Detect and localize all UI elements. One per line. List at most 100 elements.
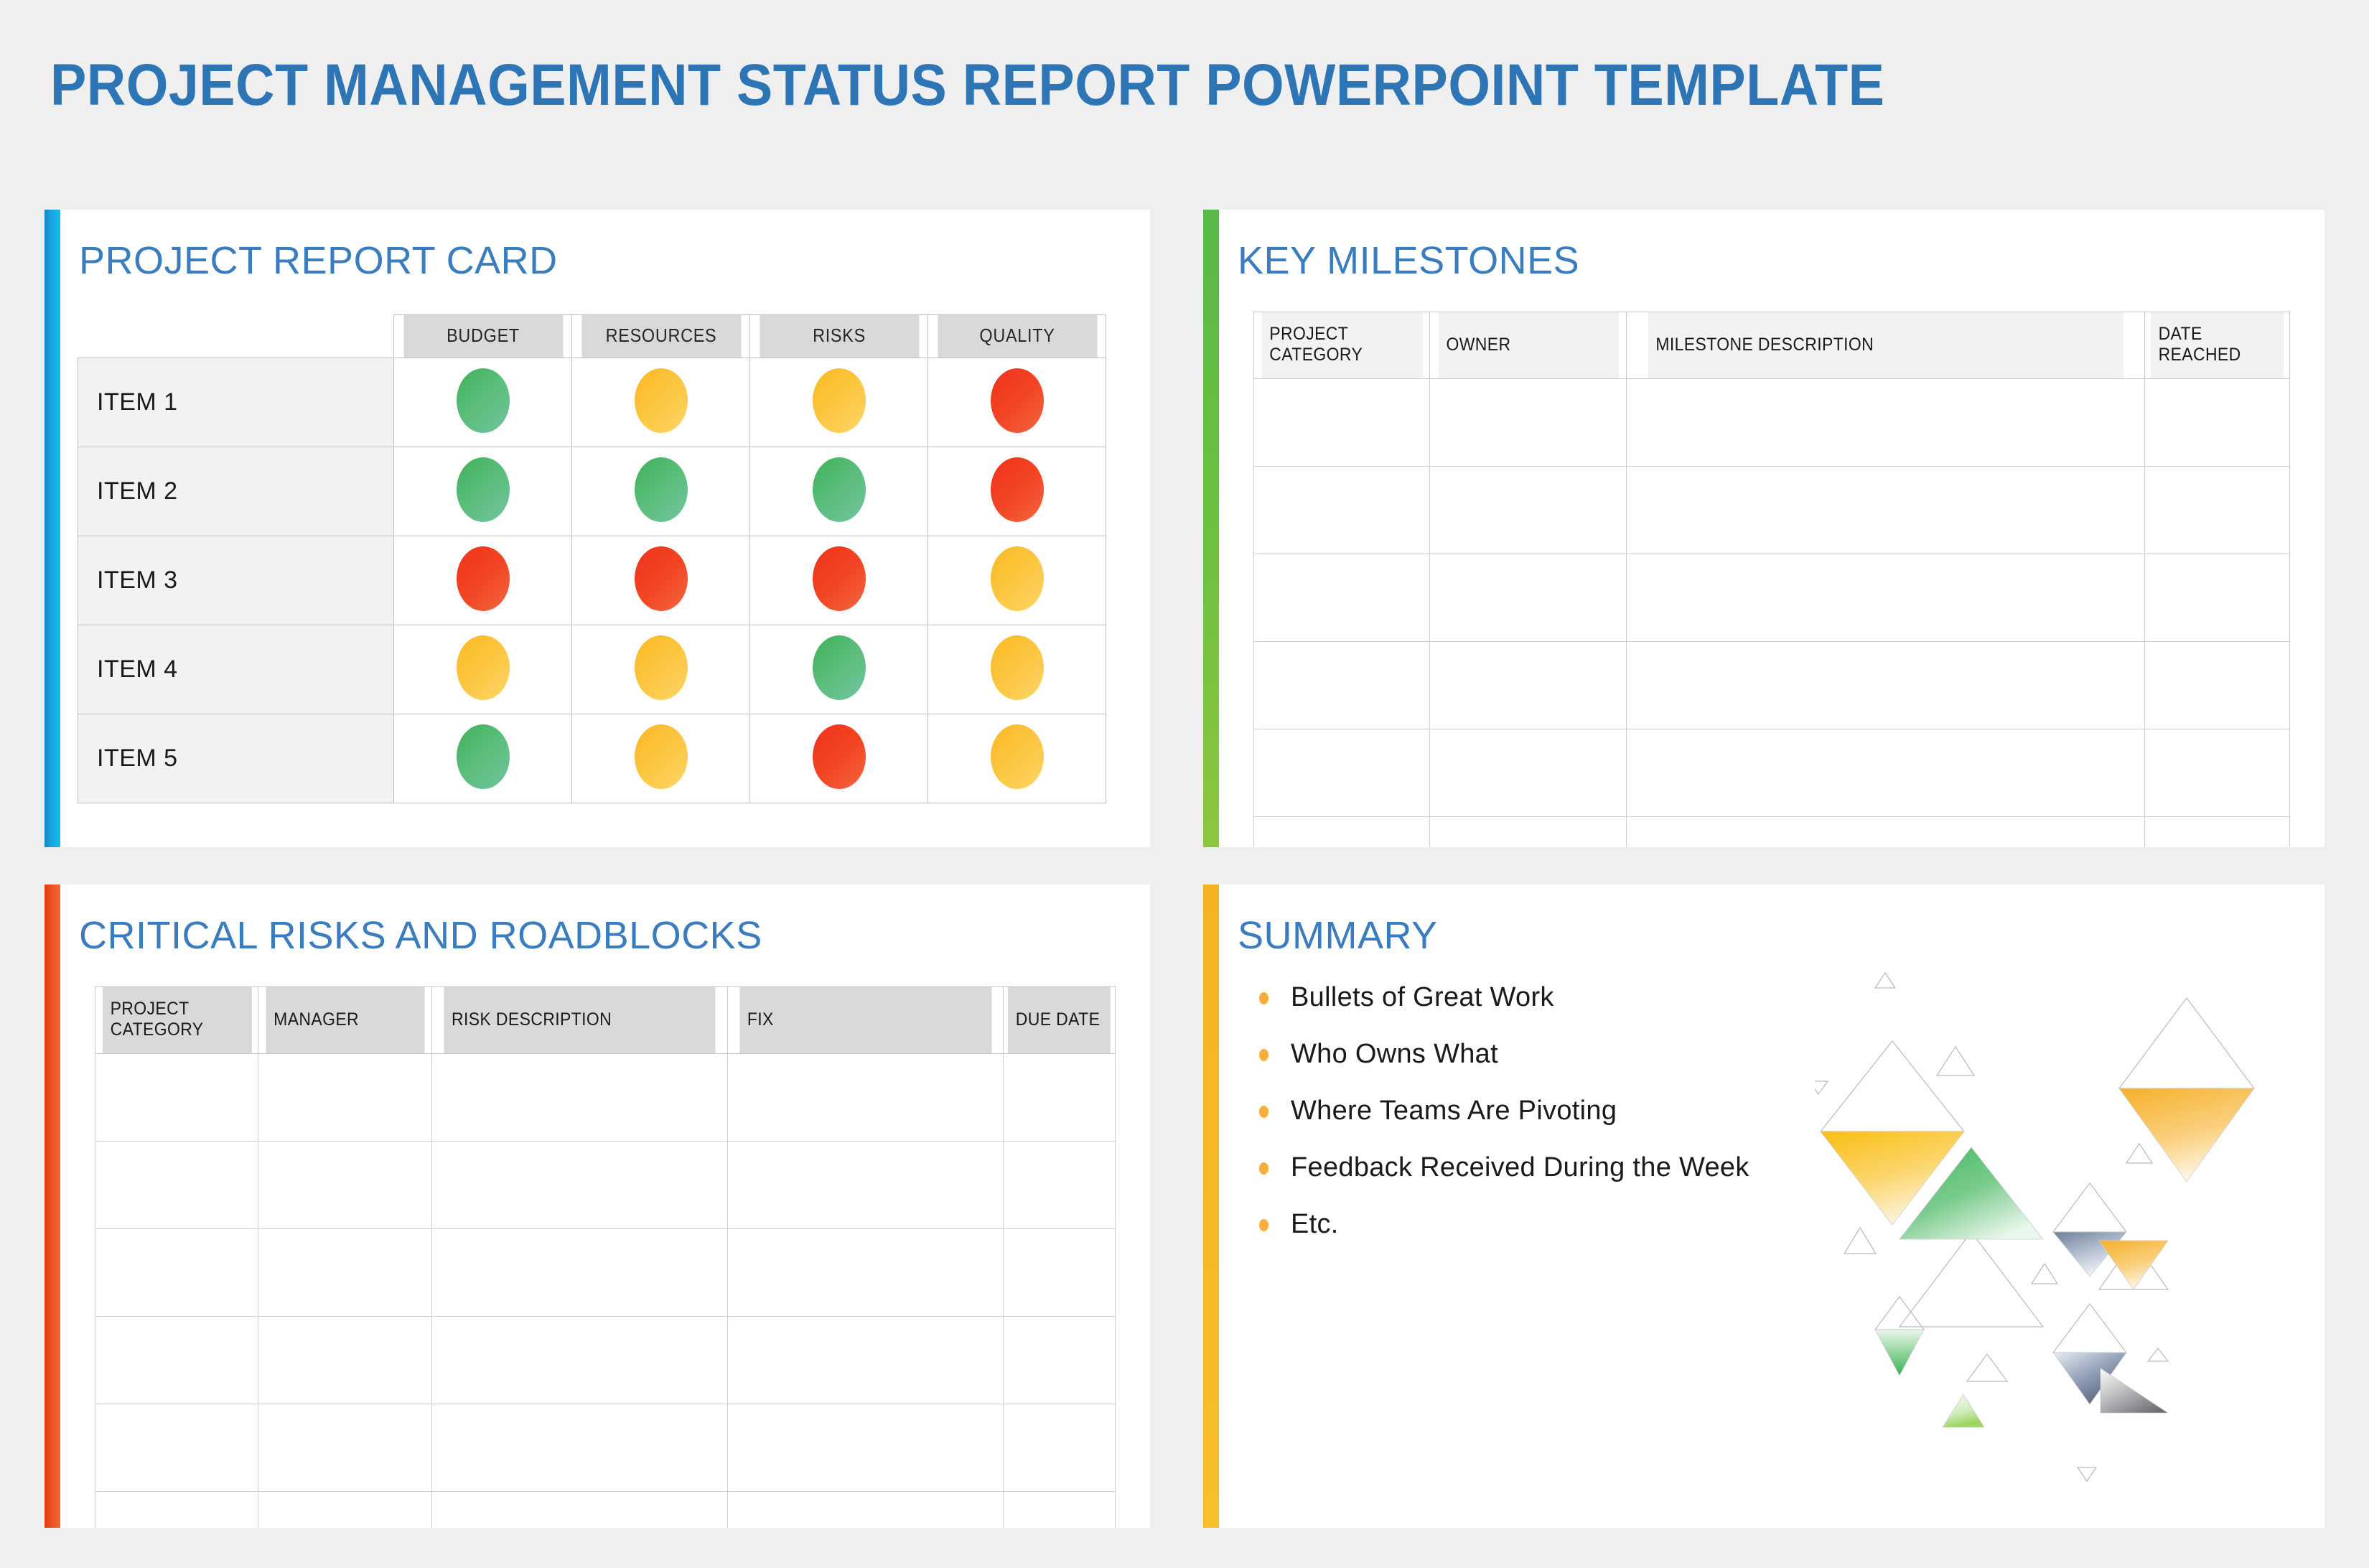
report-card-status-cell[interactable] [393, 536, 572, 625]
table-cell[interactable] [1002, 1053, 1116, 1142]
table-cell[interactable] [258, 1053, 432, 1142]
report-card-status-cell[interactable] [571, 536, 750, 625]
report-card-body: ITEM 1 ITEM 2 ITEM 3 ITEM 4 ITEM 5 [78, 358, 1106, 803]
table-cell[interactable] [1253, 554, 1431, 642]
table-cell[interactable] [1429, 554, 1627, 642]
table-cell[interactable] [2144, 378, 2291, 467]
risks-col-fix: FIX [738, 986, 993, 1054]
table-cell[interactable] [1253, 816, 1431, 847]
table-cell[interactable] [431, 1491, 729, 1528]
table-cell[interactable] [258, 1228, 432, 1317]
report-card-status-cell[interactable] [749, 536, 928, 625]
report-card-status-cell[interactable] [749, 358, 928, 447]
table-cell[interactable] [1429, 641, 1627, 729]
table-cell[interactable] [1429, 466, 1627, 554]
summary-bullet-item: Who Owns What [1253, 1039, 1749, 1070]
report-card-status-cell[interactable] [749, 625, 928, 714]
report-card-item-label: ITEM 3 [78, 536, 394, 625]
table-cell[interactable] [258, 1491, 432, 1528]
table-cell[interactable] [2144, 554, 2291, 642]
report-card-status-cell[interactable] [571, 447, 750, 536]
decorative-triangles-graphic [1815, 971, 2256, 1483]
table-cell[interactable] [258, 1316, 432, 1404]
table-cell[interactable] [1429, 729, 1627, 817]
table-cell[interactable] [1002, 1491, 1116, 1528]
table-cell[interactable] [1002, 1316, 1116, 1404]
summary-bullet-text: Feedback Received During the Week [1291, 1152, 1749, 1182]
status-dot-yellow [456, 635, 510, 700]
report-card-status-cell[interactable] [749, 447, 928, 536]
outline-triangle-large-5 [2098, 1239, 2169, 1290]
status-dot-green [812, 635, 866, 700]
table-cell[interactable] [2144, 466, 2291, 554]
panel-summary: SUMMARY Bullets of Great Work Who Owns Wh… [1203, 885, 2324, 1528]
table-cell[interactable] [1626, 641, 2145, 729]
report-card-status-cell[interactable] [571, 358, 750, 447]
table-cell[interactable] [94, 1053, 259, 1142]
report-card-status-cell[interactable] [927, 625, 1106, 714]
table-cell[interactable] [431, 1141, 729, 1229]
report-card-col-resources: RESOURCES [580, 314, 742, 358]
table-cell[interactable] [1253, 641, 1431, 729]
table-cell[interactable] [94, 1141, 259, 1229]
table-cell[interactable] [2144, 641, 2291, 729]
table-cell[interactable] [1253, 378, 1431, 467]
milestones-table: PROJECT CATEGORY OWNER MILESTONE DESCRIP… [1253, 312, 2291, 847]
table-cell[interactable] [1626, 729, 2145, 817]
table-cell[interactable] [94, 1228, 259, 1317]
panel-accent-bar-green [1203, 210, 1219, 847]
table-cell[interactable] [1253, 729, 1431, 817]
table-cell[interactable] [1429, 816, 1627, 847]
table-cell[interactable] [727, 1404, 1004, 1492]
table-cell[interactable] [431, 1316, 729, 1404]
table-cell[interactable] [94, 1404, 259, 1492]
report-card-status-cell[interactable] [393, 358, 572, 447]
table-cell[interactable] [1429, 378, 1627, 467]
table-cell[interactable] [1626, 378, 2145, 467]
report-card-status-cell[interactable] [749, 714, 928, 803]
bullet-dot-icon [1259, 1219, 1268, 1231]
report-card-status-cell[interactable] [927, 447, 1106, 536]
table-cell[interactable] [727, 1228, 1004, 1317]
panel-report-card-content: PROJECT REPORT CARD BUDGET RESOURCES RIS… [60, 210, 1150, 847]
summary-bullet-item: Feedback Received During the Week [1253, 1152, 1749, 1183]
panel-key-milestones: KEY MILESTONES PROJECT CATEGORY OWNER MI… [1203, 210, 2324, 847]
summary-bullet-list: Bullets of Great Work Who Owns What Where … [1253, 982, 1749, 1266]
report-card-status-cell[interactable] [393, 625, 572, 714]
table-cell[interactable] [1626, 816, 2145, 847]
table-cell[interactable] [1253, 466, 1431, 554]
report-card-status-cell[interactable] [571, 625, 750, 714]
table-cell[interactable] [1626, 466, 2145, 554]
table-cell[interactable] [727, 1316, 1004, 1404]
table-cell[interactable] [1002, 1228, 1116, 1317]
report-card-col-budget: BUDGET [402, 314, 564, 358]
table-cell[interactable] [2144, 729, 2291, 817]
report-card-status-cell[interactable] [927, 536, 1106, 625]
report-card-status-cell[interactable] [927, 358, 1106, 447]
filled-triangle-yellow-large-2 [2118, 1088, 2255, 1182]
table-cell[interactable] [258, 1141, 432, 1229]
table-cell[interactable] [1002, 1141, 1116, 1229]
milestones-row [1253, 641, 2291, 729]
table-cell[interactable] [431, 1228, 729, 1317]
panel-accent-bar-yellow [1203, 885, 1219, 1528]
report-card-status-cell[interactable] [393, 714, 572, 803]
outline-triangle-6 [2125, 1142, 2154, 1164]
table-cell[interactable] [1002, 1404, 1116, 1492]
report-card-item-label: ITEM 2 [78, 447, 394, 536]
table-cell[interactable] [431, 1404, 729, 1492]
report-card-status-cell[interactable] [571, 714, 750, 803]
table-cell[interactable] [2144, 816, 2291, 847]
table-cell[interactable] [94, 1316, 259, 1404]
report-card-status-cell[interactable] [927, 714, 1106, 803]
table-cell[interactable] [94, 1491, 259, 1528]
report-card-header-row: BUDGET RESOURCES RISKS QUALITY [78, 314, 1106, 358]
report-card-status-cell[interactable] [393, 447, 572, 536]
table-cell[interactable] [431, 1053, 729, 1142]
table-cell[interactable] [727, 1491, 1004, 1528]
table-cell[interactable] [1626, 554, 2145, 642]
table-cell[interactable] [258, 1404, 432, 1492]
table-cell[interactable] [727, 1053, 1004, 1142]
summary-bullet-item: Bullets of Great Work [1253, 982, 1749, 1013]
table-cell[interactable] [727, 1141, 1004, 1229]
